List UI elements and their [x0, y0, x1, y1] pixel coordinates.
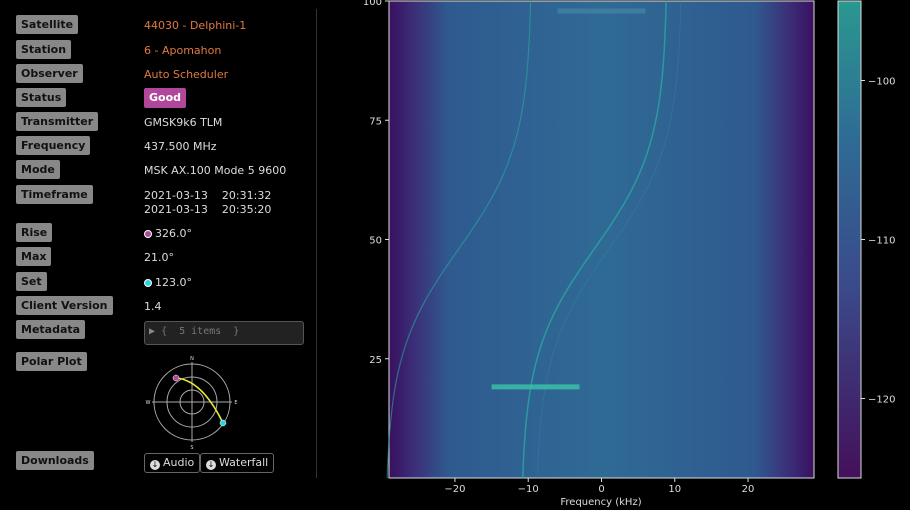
- panel-divider: [316, 9, 317, 478]
- x-tick-label: 20: [742, 484, 755, 495]
- client-version-value: 1.4: [144, 300, 162, 313]
- x-axis-label: Frequency (kHz): [560, 497, 641, 508]
- rise-label: Rise: [16, 223, 53, 242]
- max-label: Max: [16, 247, 52, 266]
- timeframe-label: Timeframe: [16, 185, 93, 204]
- y-tick-label: 100: [363, 0, 382, 8]
- polar-north-label: N: [190, 356, 194, 362]
- status-badge: Good: [144, 88, 187, 108]
- mode-value: MSK AX.100 Mode 5 9600: [144, 164, 287, 177]
- track-rise-marker: [172, 374, 180, 382]
- y-tick-label: 75: [369, 116, 382, 127]
- status-label: Status: [16, 88, 67, 107]
- rise-azimuth: 326.0°: [155, 227, 192, 240]
- download-waterfall-button[interactable]: ↓ Waterfall: [200, 453, 275, 473]
- download-waterfall-label: Waterfall: [219, 456, 269, 469]
- colorbar: [837, 0, 862, 479]
- colorbar-tick-label: −110: [868, 236, 895, 247]
- client-version-label: Client Version: [16, 296, 113, 315]
- track-set-marker: [219, 419, 227, 427]
- rise-value: 326.0°: [144, 227, 192, 240]
- station-link[interactable]: 6 - Apomahon: [144, 44, 221, 57]
- colorbar-tick-label: −120: [868, 395, 895, 406]
- polar-plot-label: Polar Plot: [16, 352, 87, 371]
- satellite-track: [175, 377, 224, 424]
- timeframe-end: 2021-03-13 20:35:20: [144, 203, 272, 216]
- x-axis-ticks: −20 −10 0 10 20: [444, 478, 754, 495]
- timeframe-start: 2021-03-13 20:31:32: [144, 189, 272, 202]
- rise-dot-icon: [144, 230, 152, 238]
- y-tick-label: 50: [369, 236, 382, 247]
- set-dot-icon: [144, 279, 152, 287]
- colorbar-ticks: −100 −110 −120: [861, 77, 895, 406]
- x-tick-label: −20: [444, 484, 465, 495]
- set-azimuth: 123.0°: [155, 276, 192, 289]
- downloads-label: Downloads: [16, 451, 94, 470]
- y-tick-label: 25: [369, 355, 382, 366]
- x-tick-label: −10: [518, 484, 539, 495]
- polar-east-label: E: [234, 400, 237, 406]
- y-axis-ticks: 25 50 75 100: [363, 0, 389, 366]
- expand-triangle-icon[interactable]: ▶: [149, 326, 155, 337]
- burst-signal: [491, 384, 580, 390]
- metadata-json-viewer[interactable]: ▶ { 5 items }: [144, 321, 304, 345]
- metadata-summary: { 5 items }: [161, 326, 240, 337]
- colorbar-tick-label: −100: [868, 77, 895, 88]
- max-value: 21.0°: [144, 251, 174, 264]
- satellite-link[interactable]: 44030 - Delphini-1: [144, 19, 246, 32]
- burst-signal: [557, 8, 646, 14]
- download-icon: ↓: [150, 460, 160, 470]
- x-tick-label: 10: [668, 484, 681, 495]
- mode-label: Mode: [16, 160, 60, 179]
- download-audio-label: Audio: [163, 456, 195, 469]
- set-label: Set: [16, 272, 47, 291]
- download-icon: ↓: [206, 460, 216, 470]
- set-value: 123.0°: [144, 276, 192, 289]
- x-tick-label: 0: [598, 484, 604, 495]
- metadata-label: Metadata: [16, 320, 86, 339]
- observer-link[interactable]: Auto Scheduler: [144, 68, 228, 81]
- station-label: Station: [16, 40, 72, 59]
- polar-plot: N S W E: [146, 356, 238, 450]
- frequency-label: Frequency: [16, 136, 91, 155]
- transmitter-label: Transmitter: [16, 112, 99, 131]
- download-audio-button[interactable]: ↓ Audio: [144, 453, 201, 473]
- observer-label: Observer: [16, 64, 83, 83]
- polar-south-label: S: [190, 445, 193, 450]
- polar-west-label: W: [146, 400, 151, 406]
- frequency-value: 437.500 MHz: [144, 140, 217, 153]
- waterfall-chart: −20 −10 0 10 20 255075100 Frequency (kHz) −1…: [363, 0, 896, 508]
- satellite-label: Satellite: [16, 15, 79, 34]
- transmitter-value: GMSK9k6 TLM: [144, 116, 223, 129]
